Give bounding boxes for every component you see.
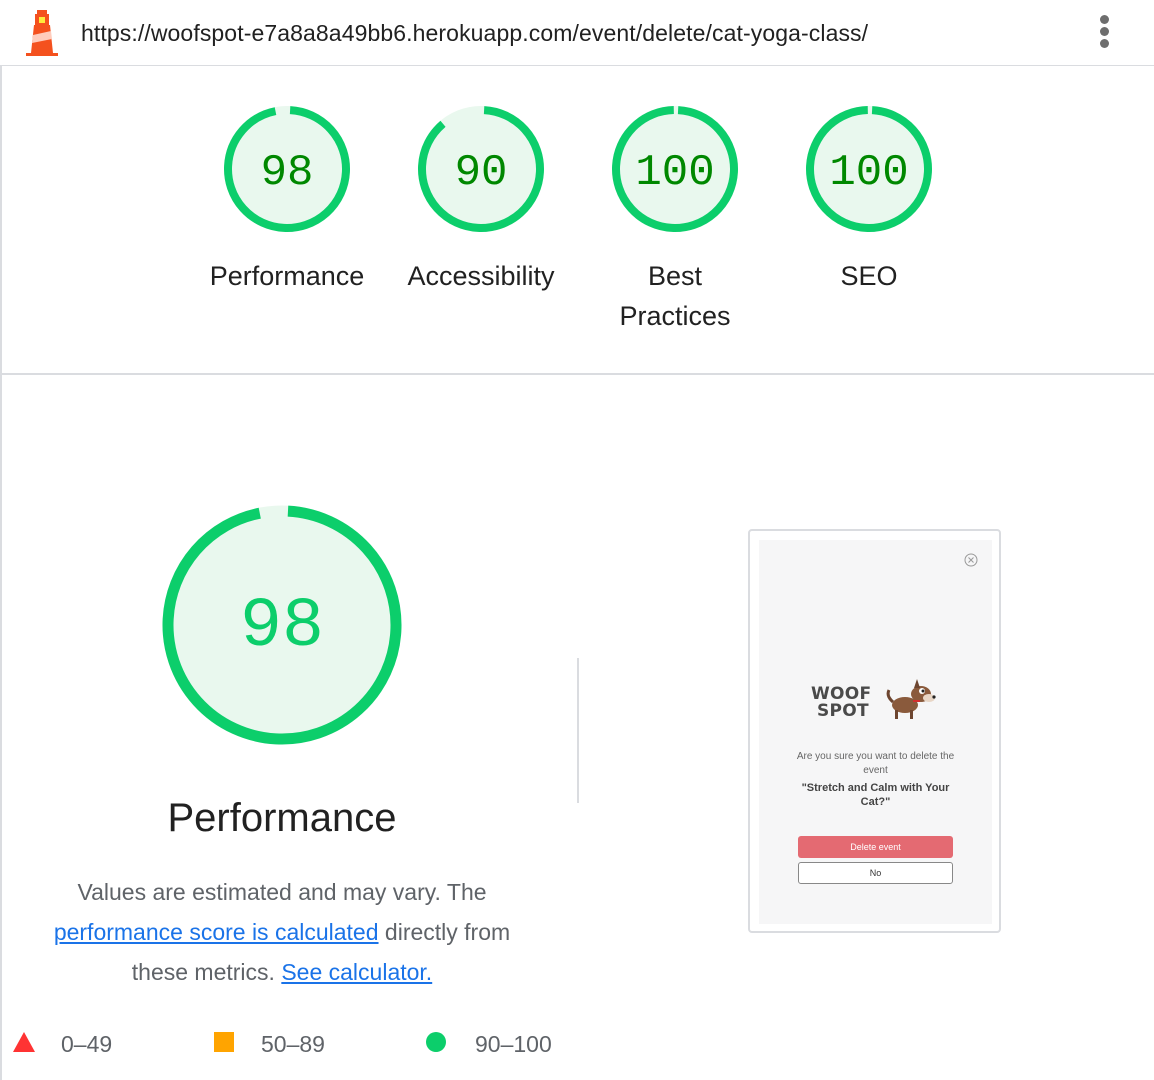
gauge-label: Performance xyxy=(209,261,365,291)
no-button: No xyxy=(798,862,953,884)
screenshot-page: WOOF SPOT Are you sure you want to delet… xyxy=(759,540,992,924)
description-text: these metrics. xyxy=(131,959,275,985)
delete-event-button: Delete event xyxy=(798,836,953,858)
report-topbar: https://woofspot-e7a8a8a49bb6.herokuapp.… xyxy=(0,0,1154,66)
description-text: directly from xyxy=(384,919,511,945)
gauge-label: Accessibility xyxy=(407,261,555,291)
average-square-icon xyxy=(214,1032,234,1052)
dog-mascot-icon xyxy=(886,679,936,719)
gauge-accessibility[interactable]: 90 Accessibility xyxy=(396,104,566,296)
delete-question: Are you sure you want to delete the even… xyxy=(796,751,955,776)
gauge-ring: 100 xyxy=(612,106,738,232)
event-name: "Stretch and Calm with Your Cat?" xyxy=(801,782,950,808)
performance-score: 98 xyxy=(240,588,324,667)
lighthouse-icon xyxy=(26,10,58,56)
description-text: Values are estimated and may vary. The xyxy=(77,879,487,905)
legend-pass-range: 90–100 xyxy=(475,1031,552,1057)
category-gauges: 98 Performance 90 Accessibility 100 Best… xyxy=(0,66,1154,375)
pass-circle-icon xyxy=(426,1032,446,1052)
gauge-label-line: Best xyxy=(647,261,703,291)
woofspot-logo: WOOF SPOT xyxy=(811,686,871,720)
final-screenshot[interactable]: WOOF SPOT Are you sure you want to delet… xyxy=(748,529,1001,933)
gauge-label: Best Practices xyxy=(590,256,760,336)
gauge-label-line: Practices xyxy=(619,301,731,331)
gauge-ring: 90 xyxy=(418,106,544,232)
score-calculated-link[interactable]: performance score is calculated xyxy=(54,919,379,945)
logo-line: SPOT xyxy=(817,701,869,721)
gauge-score: 98 xyxy=(261,148,314,198)
gauge-best-practices[interactable]: 100 Best Practices xyxy=(590,104,760,336)
gauge-score: 100 xyxy=(635,148,714,198)
kebab-menu-icon[interactable] xyxy=(1094,15,1114,51)
performance-gauge-large: 98 xyxy=(162,505,402,745)
gauge-score: 90 xyxy=(455,148,508,198)
close-icon xyxy=(964,553,978,567)
fail-triangle-icon xyxy=(13,1032,35,1052)
gauge-performance[interactable]: 98 Performance xyxy=(202,104,372,296)
page-url: https://woofspot-e7a8a8a49bb6.herokuapp.… xyxy=(81,20,869,46)
legend-average-range: 50–89 xyxy=(261,1031,325,1057)
vertical-divider xyxy=(577,658,579,803)
gauge-label: SEO xyxy=(840,261,898,291)
gauge-seo[interactable]: 100 SEO xyxy=(784,104,954,296)
gauge-ring: 100 xyxy=(806,106,932,232)
gauge-ring: 98 xyxy=(224,106,350,232)
performance-title: Performance xyxy=(167,796,397,840)
legend-fail-range: 0–49 xyxy=(61,1031,113,1057)
score-legend: 0–49 50–89 90–100 xyxy=(0,1025,600,1061)
see-calculator-link[interactable]: See calculator. xyxy=(281,959,432,985)
performance-description: Values are estimated and may vary. The p… xyxy=(20,872,544,992)
gauge-score: 100 xyxy=(829,148,908,198)
